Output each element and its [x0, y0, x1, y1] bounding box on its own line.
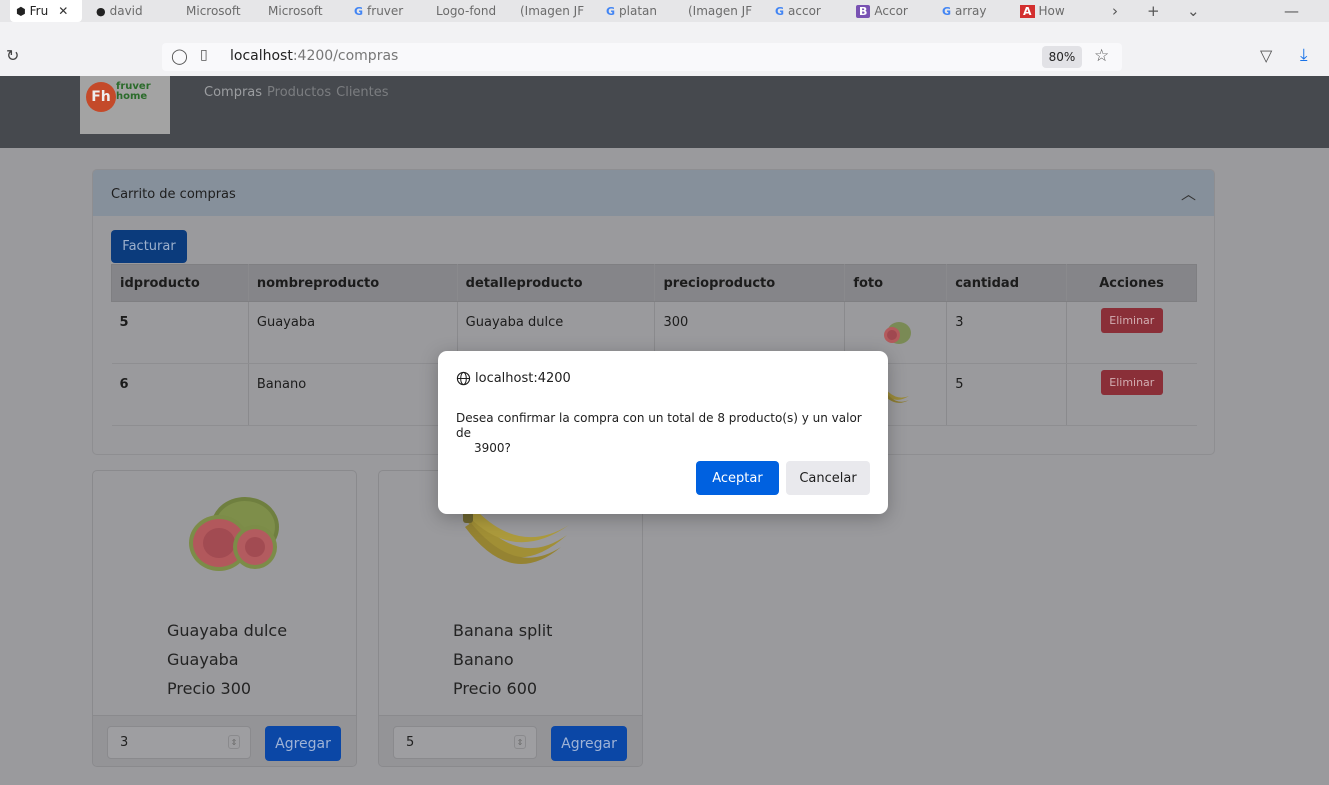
column-header: detalleproducto	[456, 264, 656, 302]
nav-link-clientes[interactable]: Clientes	[336, 85, 388, 100]
table-header-row: idproducto nombreproducto detalleproduct…	[111, 264, 1197, 302]
nav-link-compras[interactable]: Compras	[204, 85, 262, 100]
pocket-icon[interactable]: ▽	[1260, 46, 1272, 65]
cell-cantidad: 5	[946, 363, 1068, 426]
google-icon: G	[606, 4, 616, 18]
product-card-footer: 3 ⇕ Agregar	[93, 715, 356, 766]
angular-icon: ⬢	[16, 4, 26, 18]
page-info-icon[interactable]: ▯	[200, 47, 208, 63]
quantity-stepper[interactable]: 5 ⇕	[393, 726, 537, 759]
product-card-footer: 5 ⇕ Agregar	[379, 715, 642, 766]
google-icon: G	[942, 4, 952, 18]
quantity-stepper[interactable]: 3 ⇕	[107, 726, 251, 759]
app-logo[interactable]: Fh fruver home	[80, 76, 170, 134]
eliminar-button[interactable]: Eliminar	[1100, 370, 1163, 395]
column-header: Acciones	[1066, 264, 1197, 302]
product-name: Guayaba	[167, 650, 239, 669]
logo-mark: Fh	[86, 82, 116, 112]
close-tab-icon[interactable]: ✕	[58, 4, 68, 18]
dialog-message: Desea confirmar la compra con un total d…	[456, 411, 876, 456]
cell-idproducto: 6	[111, 363, 249, 426]
guava-thumbnail	[884, 322, 912, 344]
spinner-icon[interactable]: ⇕	[514, 735, 526, 749]
browser-tab[interactable]: Logo-fond	[436, 0, 506, 22]
facturar-button[interactable]: Facturar	[111, 230, 187, 263]
product-name: Banano	[453, 650, 514, 669]
list-tabs-icon[interactable]: ⌄	[1187, 0, 1200, 22]
url-text[interactable]: localhost:4200/compras	[230, 48, 398, 64]
browser-tab[interactable]: (Imagen JF	[688, 0, 758, 22]
spinner-icon[interactable]: ⇕	[228, 735, 240, 749]
confirm-dialog: localhost:4200 Desea confirmar la compra…	[438, 351, 888, 514]
google-icon: G	[775, 4, 785, 18]
cell-nombreproducto: Banano	[248, 363, 458, 426]
cart-accordion-header[interactable]: Carrito de compras ︿	[93, 170, 1214, 216]
agregar-button[interactable]: Agregar	[551, 726, 627, 761]
nav-link-productos[interactable]: Productos	[267, 85, 331, 100]
eliminar-button[interactable]: Eliminar	[1100, 308, 1163, 333]
aceptar-button[interactable]: Aceptar	[696, 461, 779, 495]
dialog-value: 3900?	[474, 441, 511, 455]
reload-icon[interactable]: ↻	[6, 46, 19, 65]
cell-idproducto: 5	[111, 301, 249, 364]
browser-tab[interactable]: G platan	[606, 0, 668, 22]
browser-tab[interactable]: (Imagen JF	[520, 0, 590, 22]
nav-links: Compras Productos Clientes	[204, 85, 389, 100]
google-icon: G	[354, 4, 364, 18]
browser-tab[interactable]: B Accor	[856, 0, 922, 22]
product-info: Guayaba dulce Guayaba Precio 300	[167, 616, 287, 703]
column-header: cantidad	[946, 264, 1068, 302]
product-card: Guayaba dulce Guayaba Precio 300 3 ⇕ Agr…	[92, 470, 357, 767]
github-icon: ●	[96, 4, 106, 18]
product-detail: Banana split	[453, 621, 553, 640]
product-price: Precio 600	[453, 679, 538, 698]
chevron-up-icon[interactable]: ︿	[1181, 183, 1196, 204]
download-icon[interactable]: ⤓	[1300, 45, 1308, 65]
agregar-button[interactable]: Agregar	[265, 726, 341, 761]
browser-tab-bar: ⬢ Fru ✕ ● david Microsoft Microsoft G fr…	[0, 0, 1329, 22]
cell-cantidad: 3	[946, 301, 1068, 364]
browser-tab[interactable]: A How	[1020, 0, 1076, 22]
toolbar-spacer	[0, 22, 1329, 38]
bootstrap-icon: B	[856, 4, 871, 18]
app-navbar	[0, 76, 1329, 148]
shield-icon[interactable]: ◯	[171, 47, 188, 65]
browser-tab[interactable]: G accor	[775, 0, 839, 22]
globe-icon	[456, 371, 471, 386]
browser-tab[interactable]: G fruver	[354, 0, 416, 22]
new-tab-icon[interactable]: +	[1147, 0, 1160, 22]
product-info: Banana split Banano Precio 600	[453, 616, 552, 703]
column-header: foto	[844, 264, 948, 302]
cancelar-button[interactable]: Cancelar	[786, 461, 870, 495]
dialog-origin: localhost:4200	[456, 371, 571, 386]
column-header: nombreproducto	[247, 264, 458, 302]
browser-tab[interactable]: Microsoft	[186, 0, 254, 22]
column-header: precioproducto	[654, 264, 846, 302]
browser-tab[interactable]: ● david	[96, 0, 164, 22]
zoom-indicator[interactable]: 80%	[1042, 46, 1082, 68]
product-detail: Guayaba dulce	[167, 621, 288, 640]
product-price: Precio 300	[167, 679, 252, 698]
browser-tab[interactable]: G array	[942, 0, 1004, 22]
cart-title: Carrito de compras	[111, 187, 236, 202]
guava-image	[189, 497, 279, 571]
cell-nombreproducto: Guayaba	[248, 301, 458, 364]
cell-acciones: Eliminar	[1066, 363, 1197, 426]
column-header: idproducto	[111, 264, 249, 302]
logo-text: fruver home	[116, 81, 151, 102]
browser-tab[interactable]: Microsoft	[268, 0, 336, 22]
cell-acciones: Eliminar	[1066, 301, 1197, 364]
page-icon: A	[1020, 4, 1035, 18]
product-card: Banana split Banano Precio 600 5 ⇕ Agreg…	[378, 470, 643, 767]
scroll-tabs-icon[interactable]: ›	[1112, 0, 1118, 22]
minimize-icon[interactable]: —	[1284, 0, 1299, 22]
bookmark-star-icon[interactable]: ☆	[1094, 46, 1109, 66]
browser-tab[interactable]: ⬢ Fru ✕	[10, 0, 82, 22]
